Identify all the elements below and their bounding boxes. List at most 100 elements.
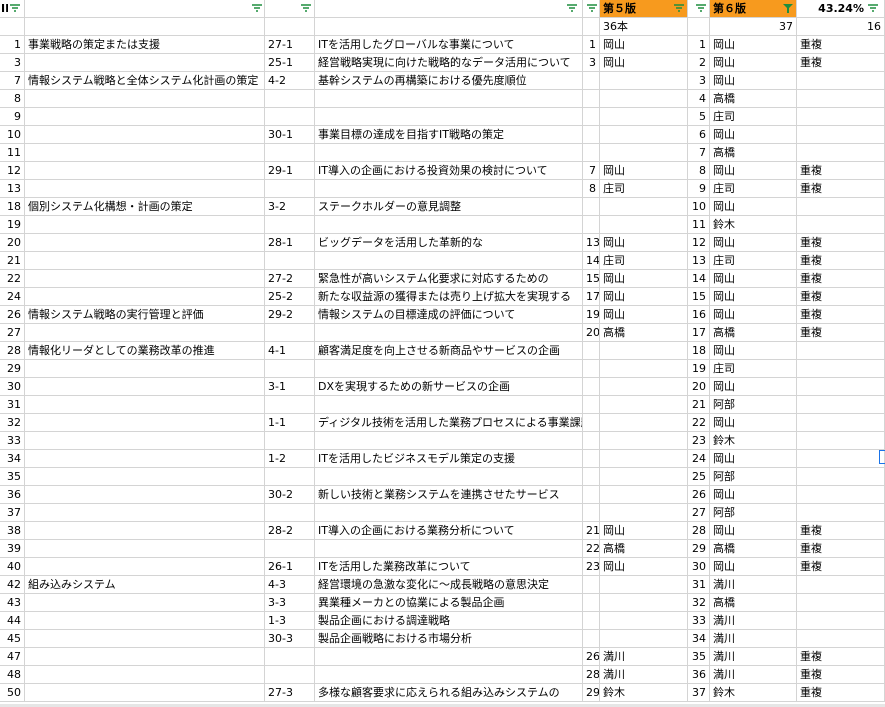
cell-c[interactable]: 30-2 <box>265 486 315 504</box>
cell-h[interactable]: 庄司 <box>710 108 797 126</box>
cell-c[interactable]: 26-1 <box>265 558 315 576</box>
cell-a[interactable]: 21 <box>0 252 25 270</box>
cell-d[interactable] <box>315 216 583 234</box>
cell-i[interactable] <box>797 450 885 468</box>
cell-d[interactable]: ITを活用したグローバルな事業について <box>315 36 583 54</box>
cell-i[interactable] <box>797 576 885 594</box>
cell-b[interactable] <box>25 144 265 162</box>
cell-b[interactable]: 事業戦略の策定または支援 <box>25 36 265 54</box>
cell-g[interactable]: 18 <box>688 342 710 360</box>
cell-i[interactable] <box>797 378 885 396</box>
cell-i[interactable] <box>797 342 885 360</box>
cell-h[interactable]: 庄司 <box>710 252 797 270</box>
cell-a[interactable]: 31 <box>0 396 25 414</box>
cell-f[interactable]: 岡山 <box>600 54 688 72</box>
cell-e[interactable] <box>583 144 600 162</box>
cell-e[interactable]: 8 <box>583 180 600 198</box>
cell-g[interactable]: 37 <box>688 684 710 702</box>
cell-f[interactable]: 岡山 <box>600 270 688 288</box>
cell-e[interactable] <box>583 468 600 486</box>
cell-g[interactable]: 15 <box>688 288 710 306</box>
cell-d[interactable] <box>315 360 583 378</box>
cell-c[interactable] <box>265 252 315 270</box>
cell-a[interactable]: 44 <box>0 612 25 630</box>
cell-g[interactable]: 26 <box>688 486 710 504</box>
cell-a[interactable]: 8 <box>0 90 25 108</box>
cell-g[interactable]: 11 <box>688 216 710 234</box>
cell-i[interactable]: 重複 <box>797 666 885 684</box>
cell-i[interactable]: 重複 <box>797 522 885 540</box>
cell-h[interactable]: 満川 <box>710 666 797 684</box>
cell-i[interactable] <box>797 414 885 432</box>
cell-h[interactable]: 岡山 <box>710 486 797 504</box>
cell-e[interactable]: 28 <box>583 666 600 684</box>
cell-h[interactable]: 岡山 <box>710 342 797 360</box>
cell-e[interactable] <box>583 396 600 414</box>
cell-c[interactable]: 27-3 <box>265 684 315 702</box>
cell-a[interactable]: 1 <box>0 36 25 54</box>
cell-a[interactable]: 36 <box>0 486 25 504</box>
cell-c[interactable]: 25-2 <box>265 288 315 306</box>
cell-f[interactable] <box>600 450 688 468</box>
cell-f[interactable]: 鈴木 <box>600 684 688 702</box>
cell-b[interactable] <box>25 54 265 72</box>
cell-g[interactable]: 21 <box>688 396 710 414</box>
cell-d[interactable] <box>315 396 583 414</box>
cell-c[interactable]: 27-1 <box>265 36 315 54</box>
header-cell-b[interactable] <box>25 0 265 18</box>
cell-e[interactable] <box>583 360 600 378</box>
cell-i[interactable] <box>797 612 885 630</box>
cell-e[interactable] <box>583 72 600 90</box>
cell-d[interactable]: IT導入の企画における業務分析について <box>315 522 583 540</box>
cell-h[interactable]: 岡山 <box>710 558 797 576</box>
cell-h[interactable]: 阿部 <box>710 468 797 486</box>
cell-b[interactable] <box>25 216 265 234</box>
cell-d[interactable] <box>315 108 583 126</box>
cell-f[interactable] <box>600 72 688 90</box>
cell-g[interactable]: 1 <box>688 36 710 54</box>
cell-i[interactable] <box>797 630 885 648</box>
cell-g[interactable]: 13 <box>688 252 710 270</box>
cell-a[interactable]: 38 <box>0 522 25 540</box>
cell-a[interactable]: 39 <box>0 540 25 558</box>
cell-i[interactable] <box>797 198 885 216</box>
cell-a[interactable]: 3 <box>0 54 25 72</box>
cell-i[interactable] <box>797 594 885 612</box>
cell-b[interactable] <box>25 378 265 396</box>
cell-g[interactable]: 36 <box>688 666 710 684</box>
cell-f[interactable] <box>600 360 688 378</box>
cell-d[interactable] <box>315 90 583 108</box>
cell-g[interactable]: 28 <box>688 522 710 540</box>
cell-f[interactable]: 岡山 <box>600 558 688 576</box>
cell-c[interactable]: 30-3 <box>265 630 315 648</box>
cell-d[interactable]: IT導入の企画における投資効果の検討について <box>315 162 583 180</box>
cell-i[interactable]: 重複 <box>797 270 885 288</box>
cell-e[interactable] <box>583 216 600 234</box>
cell-f[interactable] <box>600 630 688 648</box>
cell-b[interactable] <box>25 450 265 468</box>
cell-h[interactable]: 岡山 <box>710 522 797 540</box>
cell-d[interactable] <box>315 648 583 666</box>
cell-f[interactable]: 満川 <box>600 648 688 666</box>
cell-e[interactable]: 1 <box>583 36 600 54</box>
cell-b[interactable] <box>25 360 265 378</box>
cell[interactable] <box>265 18 315 36</box>
cell-c[interactable] <box>265 144 315 162</box>
cell-i[interactable]: 重複 <box>797 180 885 198</box>
summary-count-i[interactable]: 16 <box>797 18 885 36</box>
cell-c[interactable] <box>265 432 315 450</box>
cell-d[interactable]: 情報システムの目標達成の評価について <box>315 306 583 324</box>
cell-g[interactable]: 19 <box>688 360 710 378</box>
cell-a[interactable]: 19 <box>0 216 25 234</box>
cell-c[interactable] <box>265 396 315 414</box>
cell-h[interactable]: 阿部 <box>710 396 797 414</box>
cell-e[interactable]: 7 <box>583 162 600 180</box>
cell-h[interactable]: 庄司 <box>710 180 797 198</box>
cell-d[interactable]: ITを活用したビジネスモデル策定の支援 <box>315 450 583 468</box>
cell-i[interactable]: 重複 <box>797 306 885 324</box>
cell-a[interactable]: 26 <box>0 306 25 324</box>
cell-e[interactable]: 17 <box>583 288 600 306</box>
cell-b[interactable] <box>25 612 265 630</box>
cell-h[interactable]: 阿部 <box>710 504 797 522</box>
cell-f[interactable] <box>600 90 688 108</box>
